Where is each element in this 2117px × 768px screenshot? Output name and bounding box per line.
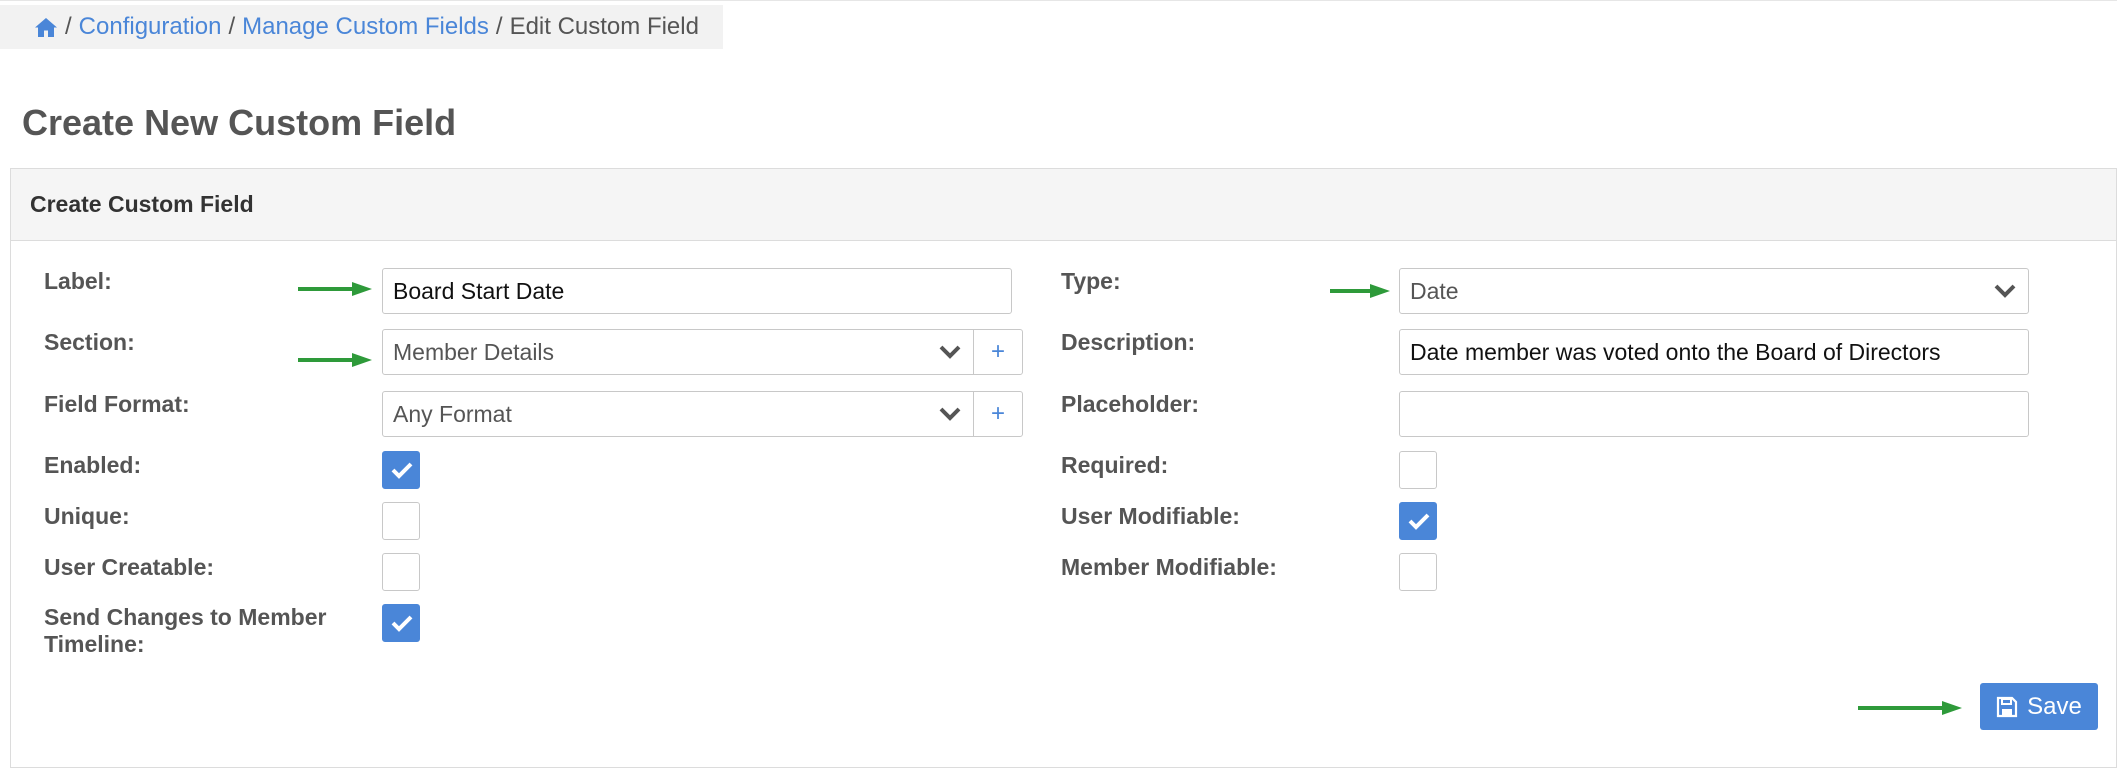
label-field-label: Label: (44, 268, 112, 294)
add-field-format-button[interactable]: + (973, 391, 1023, 437)
breadcrumb-configuration-link[interactable]: Configuration (79, 13, 222, 41)
placeholder-label: Placeholder: (1061, 391, 1200, 417)
enabled-label: Enabled: (44, 452, 142, 478)
type-label: Type: (1061, 268, 1121, 294)
member-modifiable-checkbox[interactable] (1399, 553, 1437, 591)
section-field-label: Section: (44, 329, 135, 355)
user-creatable-checkbox[interactable] (382, 553, 420, 591)
user-creatable-label: User Creatable: (44, 554, 215, 580)
description-label: Description: (1061, 329, 1196, 355)
chevron-down-icon (1994, 284, 2016, 298)
floppy-disk-icon (1997, 696, 2018, 717)
user-modifiable-label: User Modifiable: (1061, 503, 1240, 529)
breadcrumb-separator: / (495, 13, 503, 40)
description-input[interactable]: Date member was voted onto the Board of … (1399, 329, 2029, 375)
unique-label: Unique: (44, 503, 130, 529)
panel-title: Create Custom Field (11, 169, 2116, 241)
send-changes-label-line1: Send Changes to Member (44, 604, 327, 630)
top-border (0, 0, 2117, 1)
type-select-value: Date (1410, 277, 1459, 304)
enabled-checkbox[interactable] (382, 451, 420, 489)
home-icon[interactable] (34, 16, 58, 38)
breadcrumb-separator: / (228, 13, 236, 40)
page-title: Create New Custom Field (22, 102, 457, 143)
send-changes-checkbox[interactable] (382, 604, 420, 642)
annotation-arrow-icon (298, 282, 372, 296)
member-modifiable-label: Member Modifiable: (1061, 554, 1277, 580)
breadcrumb-current: Edit Custom Field (509, 13, 699, 40)
add-section-button[interactable]: + (973, 329, 1023, 375)
field-format-select[interactable]: Any Format (382, 391, 974, 437)
user-modifiable-checkbox[interactable] (1399, 502, 1437, 540)
annotation-arrow-icon (298, 353, 372, 367)
field-format-select-value: Any Format (393, 400, 512, 427)
placeholder-input[interactable] (1399, 391, 2029, 437)
breadcrumb-separator: / (65, 13, 72, 40)
checkmark-icon (1408, 513, 1430, 530)
save-button[interactable]: Save (1980, 683, 2098, 730)
breadcrumb-manage-custom-fields-link[interactable]: Manage Custom Fields (242, 13, 489, 41)
save-button-label: Save (2027, 692, 2082, 720)
section-select[interactable]: Member Details (382, 329, 974, 375)
send-changes-label-line2: Timeline: (44, 631, 145, 657)
label-input[interactable]: Board Start Date (382, 268, 1012, 314)
unique-checkbox[interactable] (382, 502, 420, 540)
section-select-value: Member Details (393, 338, 555, 365)
required-checkbox[interactable] (1399, 451, 1437, 489)
annotation-arrow-icon (1858, 701, 1962, 715)
required-label: Required: (1061, 452, 1169, 478)
field-format-label: Field Format: (44, 391, 190, 417)
checkmark-icon (391, 462, 413, 479)
type-select[interactable]: Date (1399, 268, 2029, 314)
send-changes-label: Send Changes to Member Timeline: (44, 604, 326, 658)
annotation-arrow-icon (1330, 284, 1390, 298)
chevron-down-icon (939, 407, 961, 421)
checkmark-icon (391, 615, 413, 632)
breadcrumb: / Configuration / Manage Custom Fields /… (0, 5, 723, 49)
chevron-down-icon (939, 345, 961, 359)
